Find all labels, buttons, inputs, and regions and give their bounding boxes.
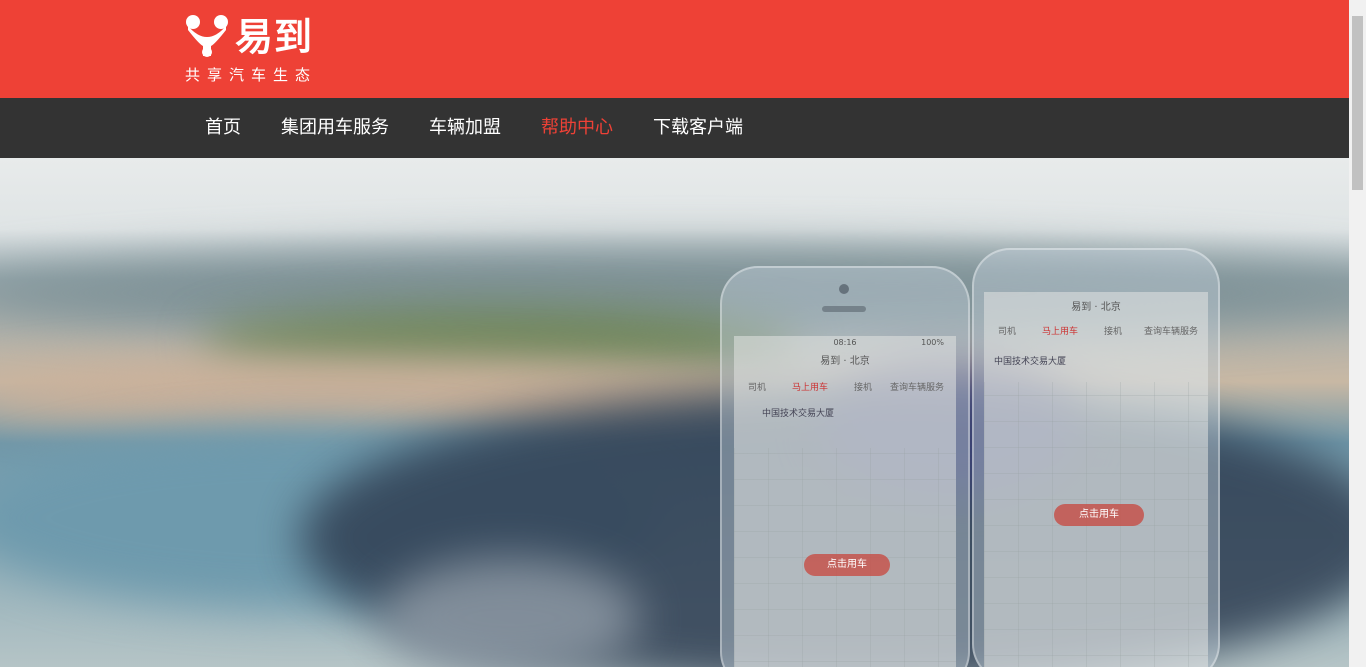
phone-camera (839, 284, 849, 294)
app-tab: 司机 (748, 383, 767, 393)
brand-name: 易到 (235, 15, 314, 59)
brand-slogan: 共享汽车生态 (185, 66, 318, 84)
app-cta-button: 点击用车 (1054, 504, 1144, 526)
nav-item-help-center[interactable]: 帮助中心 (541, 98, 613, 158)
phone-speaker (822, 306, 866, 312)
app-tab: 马上用车 (792, 383, 829, 393)
nav-item-home[interactable]: 首页 (205, 98, 241, 158)
app-tab: 查询车辆服务 (890, 383, 945, 393)
app-cta-button: 点击用车 (804, 554, 890, 576)
phone-mockup-iphone: 08:16 100% 易到 · 北京 司机 马上用车 接机 查询车辆服务 中国技… (720, 266, 970, 667)
app-title: 易到 · 北京 (1071, 302, 1121, 313)
app-tabs: 司机 马上用车 接机 查询车辆服务 (734, 376, 956, 396)
app-status-bar: 08:16 100% (734, 336, 956, 350)
status-battery: 100% (921, 338, 944, 347)
app-tab: 司机 (998, 327, 1017, 337)
main-nav: 首页 集团用车服务 车辆加盟 帮助中心 下载客户端 (0, 98, 1349, 158)
phone-mockup-android: 易到 · 北京 司机 马上用车 接机 查询车辆服务 中国技术交易大厦 点击用车 (972, 248, 1220, 667)
brand-logo[interactable]: 易到 共享汽车生态 (185, 14, 325, 86)
app-address: 中国技术交易大厦 (994, 357, 1067, 367)
hero-banner: 易到 · 北京 司机 马上用车 接机 查询车辆服务 中国技术交易大厦 点击用车 … (0, 158, 1349, 667)
app-tab: 查询车辆服务 (1144, 327, 1199, 337)
nav-item-group-car-service[interactable]: 集团用车服务 (281, 98, 389, 158)
y-logo-icon (186, 15, 228, 57)
scrollbar-thumb[interactable] (1352, 16, 1363, 190)
status-time: 08:16 (833, 338, 857, 347)
app-address: 中国技术交易大厦 (762, 409, 835, 419)
app-tab: 马上用车 (1042, 327, 1079, 337)
top-header: 易到 共享汽车生态 (0, 0, 1349, 98)
app-title: 易到 · 北京 (820, 356, 870, 367)
app-tabs: 司机 马上用车 接机 查询车辆服务 (984, 320, 1208, 340)
hero-car-grille (380, 558, 640, 667)
nav-item-vehicle-join[interactable]: 车辆加盟 (429, 98, 501, 158)
app-tab: 接机 (854, 383, 873, 393)
page-scrollbar[interactable] (1349, 0, 1366, 667)
app-tab: 接机 (1104, 327, 1123, 337)
nav-item-download-client[interactable]: 下载客户端 (653, 98, 743, 158)
